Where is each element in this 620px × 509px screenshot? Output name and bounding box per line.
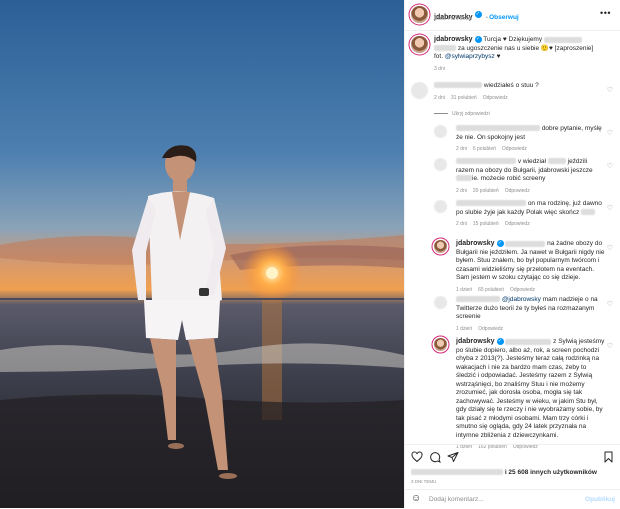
redacted-username (456, 125, 540, 132)
post-photo (0, 0, 404, 508)
comment-bar: ☺ Dodaj komentarz... Opublikuj (405, 489, 620, 509)
share-icon[interactable] (447, 451, 459, 463)
bookmark-icon[interactable] (603, 451, 614, 463)
likes-count[interactable]: i 25 608 innych użytkowników (505, 469, 597, 476)
comment-icon[interactable] (429, 451, 441, 463)
reply-button[interactable]: Odpowiedz (483, 95, 508, 101)
publish-button[interactable]: Opublikuj (585, 496, 615, 503)
verified-icon: ✓ (474, 11, 482, 19)
caption-time: 3 dni (434, 65, 445, 72)
comment-text: wiedziałeś o stuu ? (483, 82, 539, 89)
caption-line3: fot. (434, 53, 444, 61)
caption-mention[interactable]: @sylwiaprzybysz (445, 53, 495, 60)
like-comment-icon[interactable]: ♡ (607, 342, 613, 350)
commenter-avatar[interactable] (434, 200, 447, 213)
verified-icon: ✓ (474, 36, 482, 43)
reply-button[interactable]: Odpowiedz (510, 287, 535, 293)
hide-replies-button[interactable]: Ukryj odpowiedzi (452, 111, 490, 117)
like-comment-icon[interactable]: ♡ (607, 204, 613, 212)
author-avatar[interactable] (434, 338, 447, 351)
verified-icon: ✓ (496, 338, 504, 345)
reply-button[interactable]: Odpowiedz (505, 221, 530, 227)
commenter-avatar[interactable] (434, 125, 447, 138)
post-date: 3 dni temu (411, 479, 437, 484)
commenter-avatar[interactable] (411, 82, 428, 99)
more-horizontal-icon[interactable]: ••• (600, 8, 611, 18)
commenter-avatar[interactable] (434, 296, 447, 309)
redacted-text (434, 45, 456, 51)
like-comment-icon[interactable]: ♡ (607, 162, 613, 170)
emoji-icon[interactable]: ☺ (411, 494, 421, 504)
author-avatar[interactable] (434, 240, 447, 253)
post-header: jdabrowsky ✓ • Obserwuj Rixos Park Belek … (405, 0, 620, 31)
comment-input[interactable]: Dodaj komentarz... (429, 496, 484, 503)
like-comment-icon[interactable]: ♡ (607, 86, 613, 94)
caption-line1: Turcja ♥ Dziękujemy (483, 36, 543, 44)
verified-icon: ✓ (496, 240, 504, 247)
location[interactable]: Rixos Park Belek (434, 16, 472, 22)
redacted-text (543, 36, 582, 43)
heart-icon[interactable] (411, 451, 423, 463)
redacted-username (434, 82, 482, 89)
like-comment-icon[interactable]: ♡ (607, 244, 613, 252)
reply-button[interactable]: Odpowiedz (478, 326, 503, 332)
reply-button[interactable]: Odpowiedz (502, 146, 527, 152)
caption-avatar[interactable] (411, 36, 428, 53)
author-avatar[interactable] (411, 6, 428, 23)
commenter-avatar[interactable] (434, 158, 447, 171)
caption-username[interactable]: jdabrowsky (434, 36, 473, 43)
follow-button[interactable]: Obserwuj (489, 14, 519, 21)
reply-button[interactable]: Odpowiedz (505, 188, 530, 194)
caption-line2: za ugoszczenie nas u siebie 🙂♥ [zaprosze… (457, 44, 594, 52)
like-comment-icon[interactable]: ♡ (607, 129, 613, 137)
post-panel: jdabrowsky ✓ • Obserwuj Rixos Park Belek … (404, 0, 620, 508)
like-comment-icon[interactable]: ♡ (607, 300, 613, 308)
